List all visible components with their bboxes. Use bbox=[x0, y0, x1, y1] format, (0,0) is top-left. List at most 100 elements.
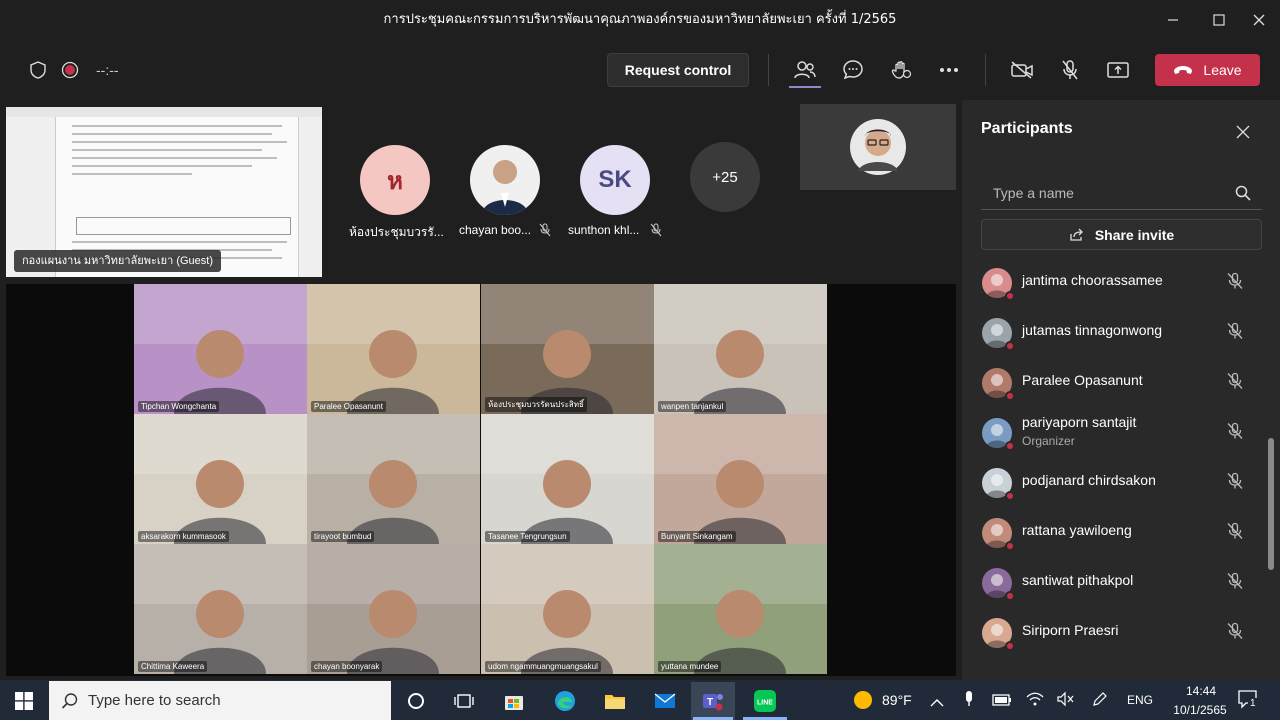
notification-center-button[interactable]: 1 bbox=[1238, 690, 1260, 714]
video-tile[interactable]: Paralee Opasanunt bbox=[307, 284, 480, 414]
pen-icon[interactable] bbox=[1092, 691, 1108, 711]
mic-off-icon[interactable] bbox=[1226, 472, 1246, 492]
video-tile[interactable]: Tasanee Tengrungsun bbox=[481, 414, 654, 544]
mic-off-icon[interactable] bbox=[1226, 372, 1246, 392]
participant-row[interactable]: pariyaporn santajit Organizer bbox=[962, 408, 1267, 458]
participant-row[interactable]: podjanard chirdsakon bbox=[962, 458, 1267, 508]
camera-off-icon bbox=[1011, 61, 1033, 79]
shield-icon[interactable] bbox=[24, 56, 52, 84]
participant-role: Organizer bbox=[1022, 434, 1075, 448]
maximize-icon bbox=[1213, 14, 1225, 26]
start-button[interactable] bbox=[2, 682, 46, 720]
participant-video bbox=[307, 544, 480, 674]
participant-row[interactable]: jutamas tinnagonwong bbox=[962, 308, 1267, 358]
weather-temperature[interactable]: 89°F bbox=[882, 692, 912, 708]
profile-photo bbox=[470, 145, 540, 215]
input-language[interactable]: ENG bbox=[1127, 693, 1153, 707]
mic-off-icon[interactable] bbox=[1226, 522, 1246, 542]
close-window-button[interactable] bbox=[1236, 0, 1280, 40]
microphone-tray-icon[interactable] bbox=[963, 690, 975, 712]
video-tile-name: Tasanee Tengrungsun bbox=[485, 531, 570, 542]
participant-avatar[interactable] bbox=[470, 145, 540, 215]
presence-status-icon bbox=[1005, 441, 1015, 451]
taskbar-app-line[interactable]: LINE bbox=[743, 682, 787, 720]
mic-button[interactable] bbox=[1056, 56, 1084, 84]
taskbar-app-store[interactable] bbox=[492, 682, 536, 720]
video-tile[interactable]: wanpen tanjankul bbox=[654, 284, 827, 414]
video-tile[interactable]: Tipchan Wongchanta bbox=[134, 284, 307, 414]
participant-name: Siriporn Praesri bbox=[1022, 622, 1119, 638]
mic-off-icon[interactable] bbox=[1226, 622, 1246, 642]
taskbar-app-edge[interactable] bbox=[543, 682, 587, 720]
mic-off-icon[interactable] bbox=[1226, 422, 1246, 442]
video-tile[interactable]: yuttana mundee bbox=[654, 544, 827, 674]
video-tile[interactable]: chayan boonyarak bbox=[307, 544, 480, 674]
participant-video bbox=[654, 414, 827, 544]
self-profile-photo bbox=[850, 119, 906, 175]
participant-avatar[interactable]: ห bbox=[360, 145, 430, 215]
chat-button[interactable] bbox=[839, 56, 867, 84]
mic-off-icon[interactable] bbox=[1226, 572, 1246, 592]
avatar-initials: SK bbox=[598, 166, 632, 193]
video-tile[interactable]: Bunyarit Sinkangam bbox=[654, 414, 827, 544]
taskbar-app-explorer[interactable] bbox=[593, 682, 637, 720]
participant-row[interactable]: jantima choorassamee bbox=[962, 258, 1267, 308]
meeting-timer: --:-- bbox=[96, 62, 119, 78]
task-view-button[interactable] bbox=[442, 682, 486, 720]
taskbar-search-placeholder: Type here to search bbox=[88, 692, 221, 709]
video-tile[interactable]: ห้องประชุมบวรรัตนประสิทธิ์ bbox=[481, 284, 654, 414]
participant-row[interactable]: santiwat pithakpol bbox=[962, 558, 1267, 608]
overflow-participants[interactable]: +25 bbox=[690, 142, 760, 212]
close-panel-button[interactable] bbox=[1236, 124, 1250, 143]
video-tile-name: Tipchan Wongchanta bbox=[138, 401, 220, 412]
weather-icon[interactable] bbox=[853, 690, 873, 714]
participant-name: jutamas tinnagonwong bbox=[1022, 322, 1163, 338]
more-actions-button[interactable] bbox=[935, 56, 963, 84]
participant-video bbox=[654, 544, 827, 674]
people-button[interactable] bbox=[791, 56, 819, 84]
participant-row[interactable]: rattana yawiloeng bbox=[962, 508, 1267, 558]
video-tile[interactable]: tirayoot bumbud bbox=[307, 414, 480, 544]
minimize-button[interactable] bbox=[1150, 0, 1196, 40]
cortana-icon bbox=[408, 693, 424, 709]
self-view[interactable] bbox=[800, 104, 956, 190]
reactions-button[interactable] bbox=[887, 56, 915, 84]
video-tile[interactable]: Chittima Kaweera bbox=[134, 544, 307, 674]
cortana-button[interactable] bbox=[394, 682, 438, 720]
panel-scrollbar[interactable] bbox=[1268, 438, 1274, 570]
mic-off-icon[interactable] bbox=[1226, 272, 1246, 292]
clock-date[interactable]: 10/1/2565 bbox=[1164, 703, 1236, 717]
svg-text:T: T bbox=[707, 697, 713, 708]
taskbar-app-teams[interactable]: T bbox=[691, 682, 735, 720]
mic-off-icon bbox=[539, 222, 551, 241]
task-view-icon bbox=[454, 694, 474, 708]
avatar-label: ห้องประชุมบวรรั... bbox=[349, 225, 444, 239]
leave-button[interactable]: Leave bbox=[1155, 54, 1260, 86]
video-tile-name: tirayoot bumbud bbox=[311, 531, 375, 542]
clock-time[interactable]: 14:44 bbox=[1176, 684, 1226, 698]
participant-row[interactable]: Paralee Opasanunt bbox=[962, 358, 1267, 408]
mic-off-icon[interactable] bbox=[1226, 322, 1246, 342]
mail-icon bbox=[654, 693, 676, 708]
participant-avatar[interactable]: SK bbox=[580, 145, 650, 215]
share-invite-button[interactable]: Share invite bbox=[981, 219, 1262, 250]
share-screen-button[interactable] bbox=[1104, 56, 1132, 84]
participant-row[interactable]: Siriporn Praesri bbox=[962, 608, 1267, 658]
taskbar-app-mail[interactable] bbox=[643, 682, 687, 720]
participant-video bbox=[481, 544, 654, 674]
search-icon[interactable] bbox=[1235, 185, 1251, 201]
chevron-up-icon[interactable] bbox=[930, 693, 944, 712]
share-tray-icon bbox=[1107, 62, 1129, 78]
panel-title: Participants bbox=[981, 120, 1073, 137]
wifi-icon[interactable] bbox=[1026, 691, 1044, 711]
participant-search-input[interactable] bbox=[993, 176, 1223, 210]
taskbar-search[interactable]: Type here to search bbox=[49, 681, 391, 720]
battery-icon[interactable] bbox=[992, 692, 1012, 711]
participant-name: jantima choorassamee bbox=[1022, 272, 1163, 288]
camera-button[interactable] bbox=[1008, 56, 1036, 84]
avatar-label: sunthon khl... bbox=[568, 223, 640, 237]
request-control-button[interactable]: Request control bbox=[607, 53, 749, 87]
video-tile[interactable]: udom ngammuangmuangsakul bbox=[481, 544, 654, 674]
video-tile[interactable]: aksarakorn kummasook bbox=[134, 414, 307, 544]
volume-muted-icon[interactable] bbox=[1057, 691, 1075, 711]
